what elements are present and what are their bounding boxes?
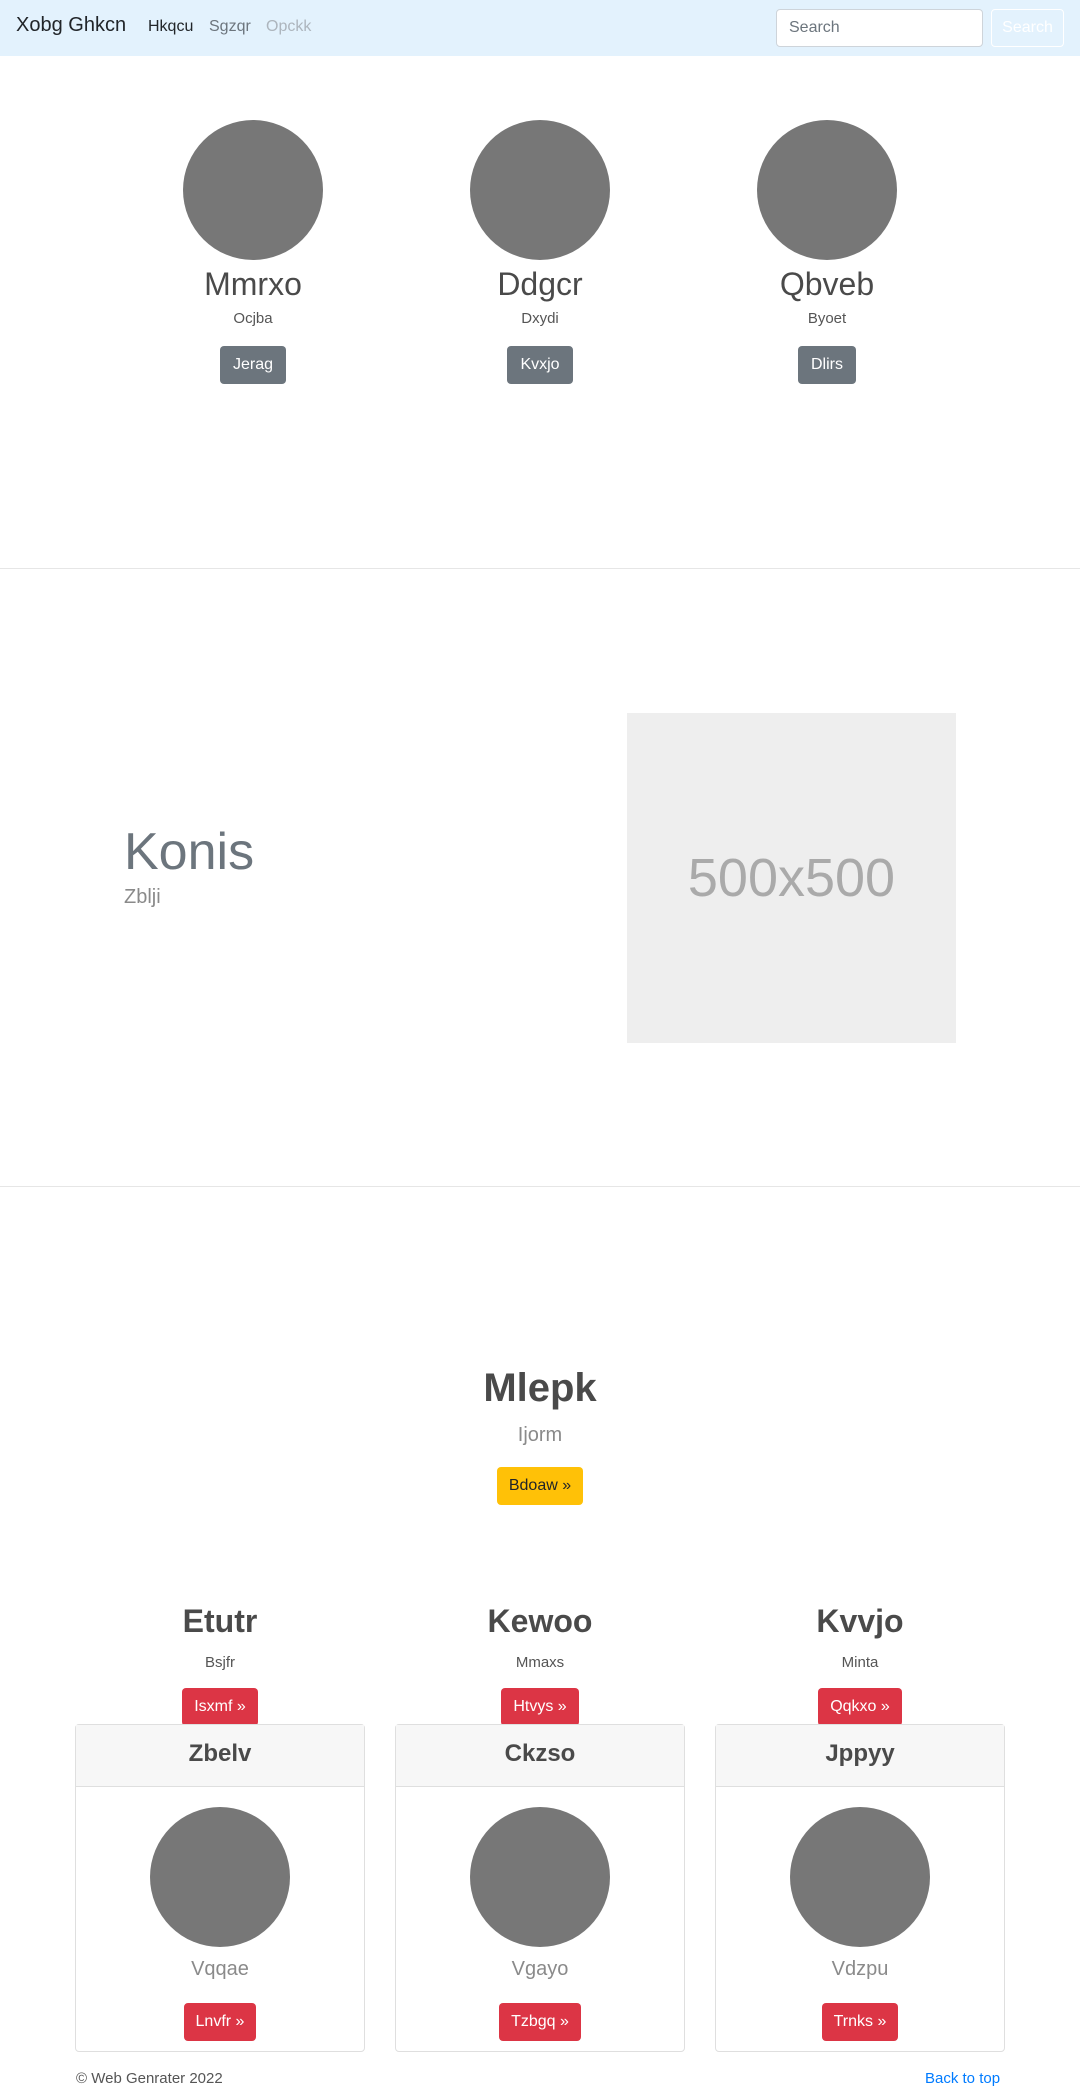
nav-link-opckk[interactable]: Opckk <box>266 18 311 36</box>
card-subtitle: Vgayo <box>511 1958 569 1980</box>
card-header: Zbelv <box>76 1725 364 1787</box>
card-button[interactable]: Trnks » <box>821 2003 899 2041</box>
feature-subtitle: Zblji <box>124 886 161 908</box>
feature-title: Konis <box>124 823 255 881</box>
person-subtitle: Dxydi <box>521 310 559 327</box>
column-title: Kewoo <box>487 1603 593 1639</box>
column-title: Etutr <box>182 1603 258 1639</box>
avatar <box>150 1807 290 1947</box>
avatar <box>470 120 610 260</box>
feature-column: Etutr Bsjfr Isxmf » <box>75 1601 365 1726</box>
card-subtitle: Vdzpu <box>831 1958 889 1980</box>
person-card: Ddgcr Dxydi Kvxjo <box>430 120 650 384</box>
column-button[interactable]: Htvys » <box>501 1688 579 1726</box>
nav-link-sgzqr[interactable]: Sgzqr <box>209 18 251 36</box>
placeholder-image: 500x500 <box>627 713 956 1043</box>
avatar <box>183 120 323 260</box>
person-button[interactable]: Kvxjo <box>507 346 573 384</box>
person-button[interactable]: Dlirs <box>798 346 856 384</box>
card-subtitle: Vqqae <box>191 1958 249 1980</box>
avatar <box>757 120 897 260</box>
card-button[interactable]: Lnvfr » <box>183 2003 257 2041</box>
person-name: Mmrxo <box>204 266 302 302</box>
avatar <box>790 1807 930 1947</box>
person-subtitle: Byoet <box>807 310 847 327</box>
footer-copyright: © Web Genrater 2022 <box>76 2070 223 2087</box>
navbar: Xobg Ghkcn Hkqcu Sgzqr Opckk Search <box>0 0 1080 56</box>
section-divider <box>0 568 1080 569</box>
column-title: Kvvjo <box>816 1603 904 1639</box>
column-subtitle: Bsjfr <box>205 1654 235 1671</box>
nav-link-hkqcu[interactable]: Hkqcu <box>148 18 193 36</box>
person-subtitle: Ocjba <box>233 310 273 327</box>
profile-card: Jppyy Vdzpu Trnks » <box>715 1724 1005 2052</box>
feature-column: Kewoo Mmaxs Htvys » <box>395 1601 685 1726</box>
card-button[interactable]: Tzbgq » <box>499 2003 581 2041</box>
hero-button[interactable]: Bdoaw » <box>497 1467 583 1505</box>
person-card: Mmrxo Ocjba Jerag <box>143 120 363 384</box>
column-button[interactable]: Isxmf » <box>182 1688 258 1726</box>
person-button[interactable]: Jerag <box>219 346 287 384</box>
search-button[interactable]: Search <box>991 9 1064 47</box>
section-divider <box>0 1186 1080 1187</box>
person-name: Ddgcr <box>497 266 583 302</box>
card-header: Jppyy <box>716 1725 1004 1787</box>
avatar <box>470 1807 610 1947</box>
search-input[interactable] <box>776 9 983 47</box>
column-subtitle: Mmaxs <box>515 1654 565 1671</box>
back-to-top-link[interactable]: Back to top <box>925 2070 1000 2087</box>
card-header: Ckzso <box>396 1725 684 1787</box>
hero-subtitle: Ijorm <box>517 1424 563 1446</box>
column-subtitle: Minta <box>841 1654 879 1671</box>
feature-column: Kvvjo Minta Qqkxo » <box>715 1601 1005 1726</box>
navbar-brand[interactable]: Xobg Ghkcn <box>16 14 126 37</box>
profile-card: Zbelv Vqqae Lnvfr » <box>75 1724 365 2052</box>
profile-card: Ckzso Vgayo Tzbgq » <box>395 1724 685 2052</box>
hero-title: Mlepk <box>483 1366 597 1410</box>
person-card: Qbveb Byoet Dlirs <box>717 120 937 384</box>
person-name: Qbveb <box>779 266 875 302</box>
column-button[interactable]: Qqkxo » <box>818 1688 902 1726</box>
